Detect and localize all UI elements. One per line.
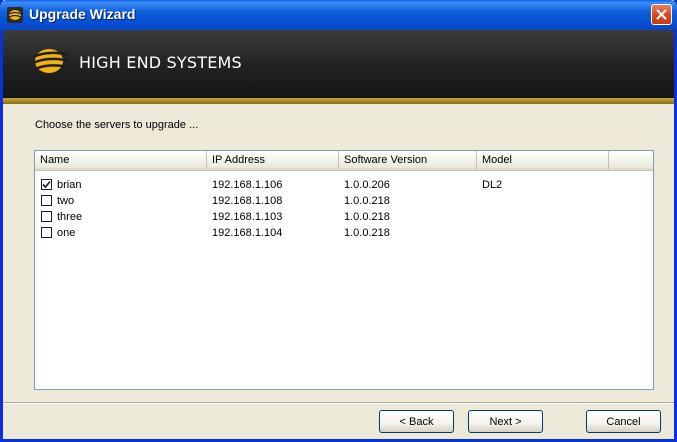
title-bar[interactable]: Upgrade Wizard	[0, 0, 677, 30]
list-header: Name IP Address Software Version Model	[35, 151, 653, 171]
next-button[interactable]: Next >	[468, 410, 543, 433]
cell-model: DL2	[482, 179, 503, 191]
cell-name: brian	[57, 179, 82, 191]
cell-version: 1.0.0.218	[344, 195, 390, 207]
close-icon	[656, 9, 667, 20]
column-header-model[interactable]: Model	[477, 151, 609, 170]
cell-name: one	[57, 227, 76, 239]
server-list[interactable]: Name IP Address Software Version Model b…	[34, 150, 654, 390]
column-header-ip-address[interactable]: IP Address	[207, 151, 339, 170]
row-checkbox[interactable]	[41, 179, 52, 190]
cell-ip: 192.168.1.108	[212, 195, 283, 207]
cell-ip: 192.168.1.104	[212, 227, 283, 239]
cell-version: 1.0.0.218	[344, 227, 390, 239]
column-header-name[interactable]: Name	[35, 151, 207, 170]
banner-accent-stripe	[3, 98, 674, 104]
instruction-text: Choose the servers to upgrade ...	[35, 119, 199, 131]
table-row[interactable]: brian 192.168.1.106 1.0.0.206 DL2	[35, 177, 653, 193]
cancel-button[interactable]: Cancel	[586, 410, 661, 433]
high-end-systems-logo-icon	[32, 49, 70, 73]
app-logo-icon	[7, 7, 23, 23]
table-row[interactable]: one 192.168.1.104 1.0.0.218	[35, 225, 653, 241]
table-row[interactable]: three 192.168.1.103 1.0.0.218	[35, 209, 653, 225]
footer-divider	[3, 402, 674, 404]
back-button[interactable]: < Back	[379, 410, 454, 433]
brand-name: HIGH END SYSTEMS	[79, 53, 242, 72]
cell-ip: 192.168.1.106	[212, 179, 283, 191]
cell-ip: 192.168.1.103	[212, 211, 283, 223]
row-checkbox[interactable]	[41, 195, 52, 206]
cell-version: 1.0.0.218	[344, 211, 390, 223]
cell-name: three	[57, 211, 83, 223]
row-checkbox[interactable]	[41, 211, 52, 222]
cell-version: 1.0.0.206	[344, 179, 390, 191]
close-button[interactable]	[651, 4, 672, 25]
header-banner: HIGH END SYSTEMS	[3, 30, 674, 98]
checkmark-icon	[42, 180, 51, 189]
window-title: Upgrade Wizard	[29, 6, 136, 22]
cell-name: two	[57, 195, 75, 207]
table-row[interactable]: two 192.168.1.108 1.0.0.218	[35, 193, 653, 209]
column-header-software-version[interactable]: Software Version	[339, 151, 477, 170]
upgrade-wizard-window: Upgrade Wizard HIGH END SYSTEMS Choose t…	[0, 0, 677, 442]
row-checkbox[interactable]	[41, 227, 52, 238]
column-header-filler	[609, 151, 653, 170]
